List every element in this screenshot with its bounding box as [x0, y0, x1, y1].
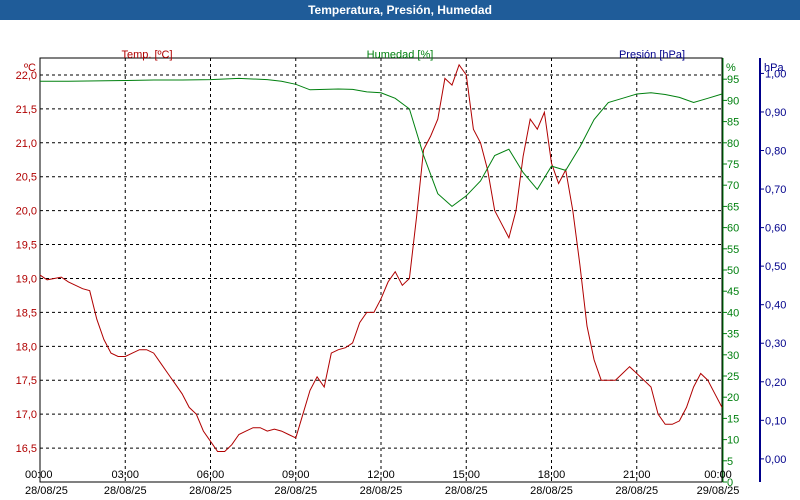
hum-tick-label: 10 — [727, 435, 739, 447]
pres-tick-label: 0,80 — [765, 146, 786, 158]
pres-tick-label: 1,00 — [765, 68, 786, 80]
hum-tick-label: 70 — [727, 180, 739, 192]
temp-tick-label: 18,5 — [16, 307, 37, 319]
pres-tick-label: 0,60 — [765, 223, 786, 235]
hum-tick-label: 5 — [727, 456, 733, 468]
hum-tick-label: 95 — [727, 74, 739, 86]
x-tick-time: 03:00 — [111, 469, 139, 481]
pres-axis-title: Presión [hPa] — [619, 49, 685, 61]
pres-tick-label: 0,50 — [765, 261, 786, 273]
hum-tick-label: 90 — [727, 95, 739, 107]
x-tick-time: 15:00 — [452, 469, 480, 481]
hum-tick-label: 25 — [727, 371, 739, 383]
x-tick-time: 18:00 — [538, 469, 566, 481]
pres-tick-label: 0,70 — [765, 184, 786, 196]
grid — [39, 58, 723, 482]
hum-tick-label: 85 — [727, 117, 739, 129]
x-tick-date: 28/08/25 — [25, 485, 68, 497]
hum-tick-label: 60 — [727, 223, 739, 235]
pres-tick-label: 0,90 — [765, 107, 786, 119]
pres-tick-label: 0,10 — [765, 415, 786, 427]
hum-tick-label: 55 — [727, 244, 739, 256]
hum-tick-label: 45 — [727, 286, 739, 298]
hum-tick-label: 20 — [727, 392, 739, 404]
x-tick-date: 28/08/25 — [104, 485, 147, 497]
x-tick-date: 28/08/25 — [615, 485, 658, 497]
hum-tick-label: 30 — [727, 350, 739, 362]
temp-tick-label: 20,5 — [16, 172, 37, 184]
x-tick-time: 21:00 — [623, 469, 651, 481]
hum-tick-label: 65 — [727, 201, 739, 213]
temp-tick-label: 17,5 — [16, 375, 37, 387]
x-tick-time: 00:00 — [25, 469, 53, 481]
temp-axis-title: Temp. [ºC] — [121, 49, 172, 61]
hum-tick-label: 50 — [727, 265, 739, 277]
pres-tick-label: 0,40 — [765, 300, 786, 312]
temp-tick-label: 18,0 — [16, 341, 37, 353]
x-tick-time: 00:00 — [704, 469, 732, 481]
x-tick-date: 28/08/25 — [445, 485, 488, 497]
temp-tick-label: 21,0 — [16, 138, 37, 150]
temp-tick-labels: 16,5 17,0 17,5 18,0 18,5 19,0 19,5 20,0 20,5 21,0… — [16, 70, 37, 455]
temp-tick-label: 19,0 — [16, 273, 37, 285]
x-tick-date: 28/08/25 — [274, 485, 317, 497]
hum-tick-label: 80 — [727, 138, 739, 150]
pres-tick-labels: 0,00 0,10 0,20 0,30 0,40 0,50 0,60 0,70 0,80 0,90… — [760, 68, 786, 466]
x-tick-time: 06:00 — [197, 469, 225, 481]
temp-tick-label: 20,0 — [16, 206, 37, 218]
pres-tick-label: 0,30 — [765, 338, 786, 350]
x-tick-labels: 00:00 28/08/25 03:00 28/08/25 06:00 28/08/25 0… — [25, 469, 739, 497]
temp-tick-label: 22,0 — [16, 70, 37, 82]
x-tick-time: 12:00 — [367, 469, 395, 481]
x-tick-time: 09:00 — [282, 469, 310, 481]
hum-tick-label: 35 — [727, 329, 739, 341]
temp-tick-label: 16,5 — [16, 443, 37, 455]
x-tick-date: 29/08/25 — [697, 485, 740, 497]
temp-tick-label: 17,0 — [16, 409, 37, 421]
pres-tick-label: 0,00 — [765, 454, 786, 466]
x-tick-date: 28/08/25 — [189, 485, 232, 497]
hum-unit-label: % — [726, 62, 736, 74]
window-title: Temperatura, Presión, Humedad — [0, 0, 800, 20]
hum-axis-title: Humedad [%] — [367, 49, 434, 61]
x-tick-date: 28/08/25 — [530, 485, 573, 497]
hum-tick-label: 15 — [727, 413, 739, 425]
hum-tick-labels: 05101520253035404550556065707580859095 — [723, 74, 739, 489]
hum-tick-label: 40 — [727, 307, 739, 319]
x-tick-date: 28/08/25 — [360, 485, 403, 497]
hum-tick-label: 75 — [727, 159, 739, 171]
temp-tick-label: 21,5 — [16, 104, 37, 116]
temp-tick-label: 19,5 — [16, 240, 37, 252]
pres-tick-label: 0,20 — [765, 377, 786, 389]
chart: ºC Temp. [ºC] Humedad [%] Presión [hPa] … — [16, 49, 787, 497]
